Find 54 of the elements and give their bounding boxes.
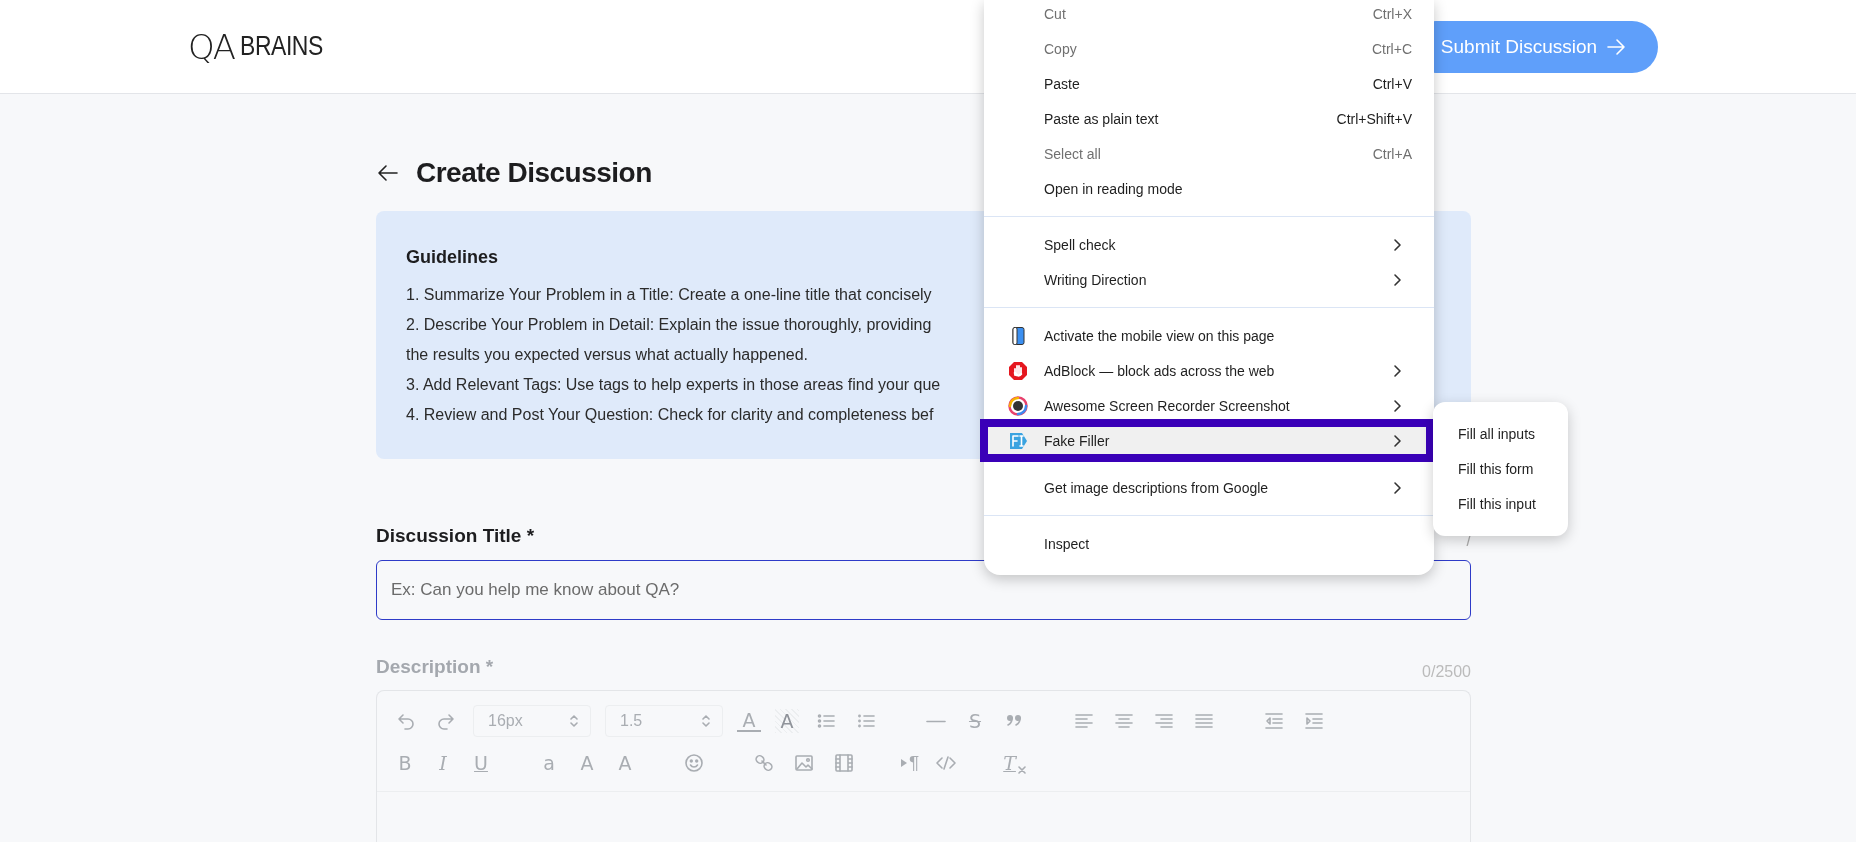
menu-item[interactable]: Spell check [984,231,1434,258]
menu-item[interactable]: Fake Filler [980,419,1434,462]
menu-item[interactable]: Paste as plain text Ctrl+Shift+V [984,105,1434,132]
stop-hand-icon [1008,360,1028,381]
guidelines-title: Guidelines [406,247,499,267]
undo-icon [396,711,416,731]
menu-item[interactable]: Activate the mobile view on this page [984,322,1434,349]
page-title: Create Discussion [416,157,652,189]
field-label: Description * [376,656,494,678]
indent-icon [1304,711,1324,731]
film-icon [834,753,854,773]
chevron-right-icon [1392,237,1402,252]
menu-item[interactable]: Fill this form [1433,452,1568,487]
align-left-icon [1074,711,1094,731]
horizontal-rule-icon [926,719,946,723]
up-down-caret-icon [570,715,578,727]
guideline-text: 2. Describe Your Problem in Detail: Explain the issue thoroughly, providing [406,315,932,335]
outdent-icon [1264,711,1284,731]
menu-item[interactable]: Get image descriptions from Google [984,474,1434,501]
logo-name: BRAINS [240,31,323,62]
chevron-right-icon [1392,363,1402,378]
image-icon [794,753,814,773]
emoji-icon [684,753,704,773]
guideline-text: 1. Summarize Your Problem in a Title: Create a one-line title that concisely [406,285,932,305]
chevron-right-icon [1392,433,1402,448]
ordered-list-icon [816,711,836,731]
logo-mark: QA [188,26,235,67]
camera-lens-icon [1008,395,1028,416]
chevron-right-icon [1392,480,1402,495]
guideline-text: 3. Add Relevant Tags: Use tags to help experts in those areas find your que [406,375,941,395]
menu-item[interactable]: AdBlock — block ads across the web [984,357,1434,384]
chevron-right-icon [1392,398,1402,413]
menu-item[interactable]: Paste Ctrl+V [984,70,1434,97]
menu-item[interactable]: Inspect [984,530,1434,557]
menu-item[interactable]: Fill all inputs [1433,417,1568,452]
field-label: Discussion Title * [376,525,535,547]
guideline-text: 4. Review and Post Your Question: Check for clarity and completeness bef [406,405,934,425]
link-icon [754,753,774,773]
fake-filler-icon [1008,430,1028,451]
chevron-right-icon [1392,272,1402,287]
justify-icon [1194,711,1214,731]
guideline-text: the results you expected versus what actually happened. [406,345,809,365]
redo-icon [436,711,456,731]
code-icon [936,753,957,773]
menu-item[interactable]: Fill this input [1433,487,1568,522]
align-right-icon [1154,711,1174,731]
align-center-icon [1114,711,1134,731]
menu-item[interactable]: Writing Direction [984,266,1434,293]
menu-item[interactable]: Awesome Screen Recorder Screenshot [984,392,1434,419]
up-down-caret-icon [702,715,710,727]
triangle-icon [901,759,907,767]
character-counter: 0/2500 [1422,665,1471,679]
small-x-icon [1017,766,1026,774]
menu-item[interactable]: Open in reading mode [984,175,1434,202]
